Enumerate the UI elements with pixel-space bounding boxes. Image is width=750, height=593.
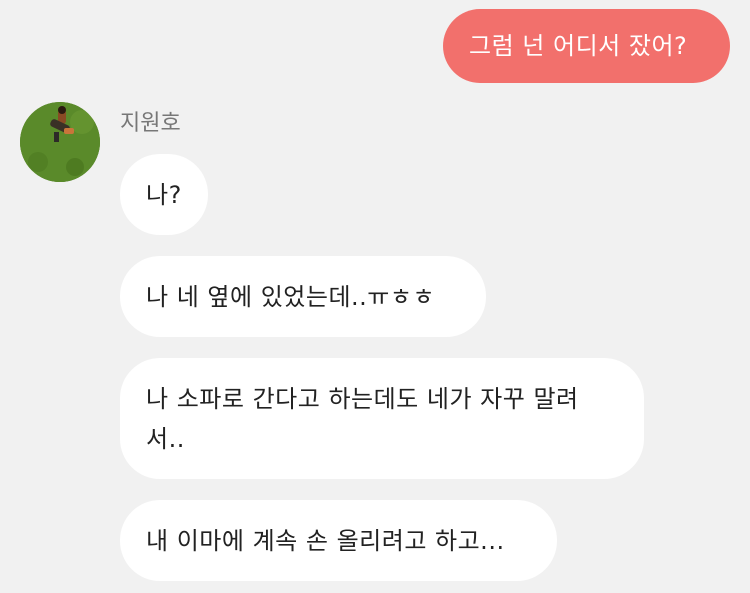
incoming-message-bubble[interactable]: 나?: [120, 154, 208, 235]
message-text: 내 이마에 계속 손 올리려고 하고...: [146, 527, 505, 555]
message-text-line: 나 소파로 간다고 하는데도 네가 자꾸 말려: [146, 385, 579, 413]
avatar-photo-icon: [20, 102, 100, 182]
message-text-line: 서..: [146, 425, 185, 453]
message-text: 나?: [146, 181, 182, 209]
incoming-message-bubble[interactable]: 나 네 옆에 있었는데..ㅠㅎㅎ: [120, 256, 486, 337]
avatar[interactable]: [20, 102, 100, 182]
incoming-message-bubble[interactable]: 나 소파로 간다고 하는데도 네가 자꾸 말려 서..: [120, 358, 644, 479]
message-text: 나 네 옆에 있었는데..ㅠㅎㅎ: [146, 283, 436, 311]
outgoing-message-bubble[interactable]: 그럼 넌 어디서 잤어?: [443, 9, 730, 83]
message-text: 그럼 넌 어디서 잤어?: [469, 32, 688, 60]
incoming-message-bubble[interactable]: 내 이마에 계속 손 올리려고 하고...: [120, 500, 557, 581]
sender-name: 지원호: [120, 111, 181, 136]
